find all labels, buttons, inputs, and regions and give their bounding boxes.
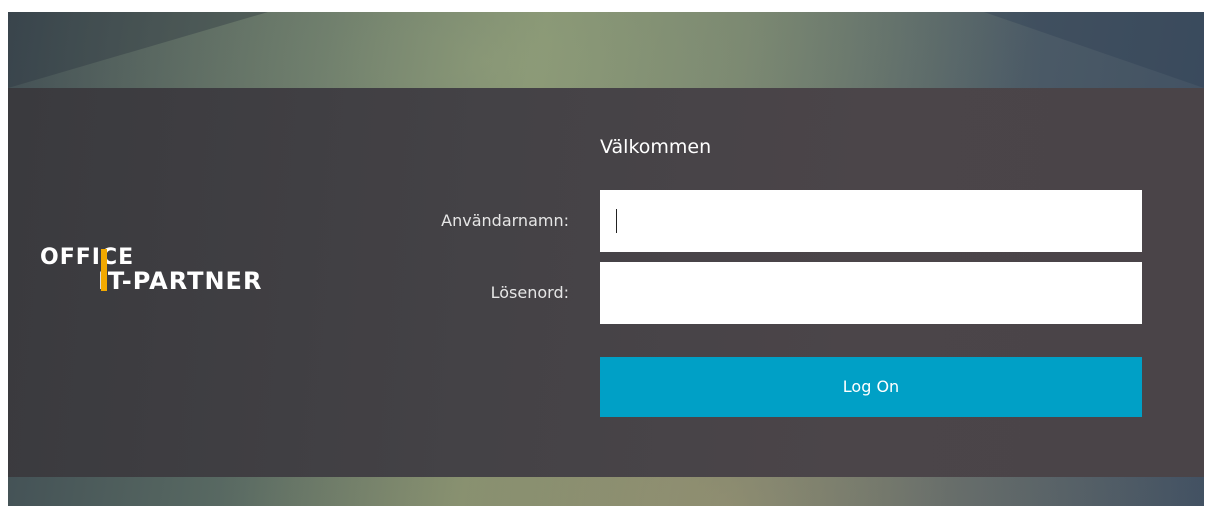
password-label: Lösenord: — [490, 283, 569, 302]
username-input[interactable] — [600, 190, 1142, 252]
background-shape — [984, 12, 1204, 88]
log-on-button[interactable]: Log On — [600, 357, 1142, 417]
password-input[interactable] — [600, 262, 1142, 324]
logo-accent-bar — [101, 249, 107, 291]
background-shape — [8, 12, 268, 88]
office-it-partner-logo: OFFICE IT-PARTNER — [40, 246, 300, 302]
logo-text-line2: IT-PARTNER — [98, 267, 263, 295]
username-label: Användarnamn: — [441, 211, 569, 230]
text-cursor — [616, 209, 617, 233]
welcome-heading: Välkommen — [600, 136, 712, 158]
